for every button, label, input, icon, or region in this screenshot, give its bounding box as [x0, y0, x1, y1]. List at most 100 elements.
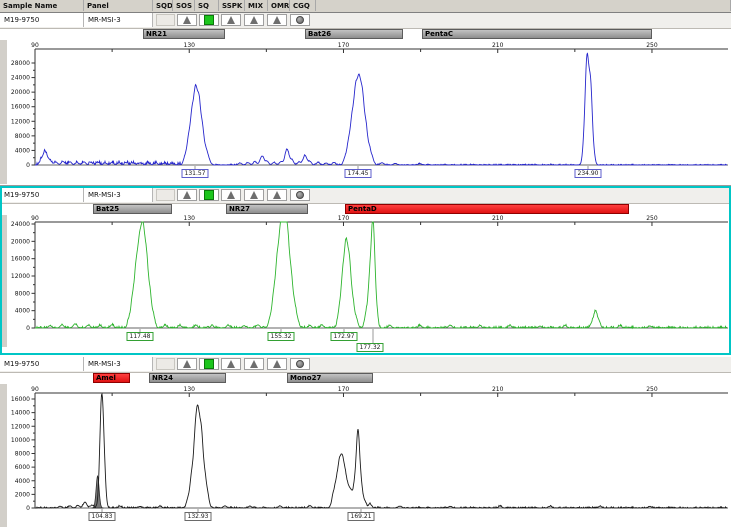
marker-bar-nr27[interactable]: NR27 [226, 204, 308, 214]
column-header-sos[interactable]: SOS [173, 0, 195, 11]
flag-cell-sspk[interactable] [221, 358, 241, 370]
flag-cell-sqd[interactable] [156, 358, 175, 370]
peak-size-label[interactable]: 169.21 [348, 512, 375, 521]
sample-name-cell[interactable]: M19-9750 [0, 357, 84, 371]
sample-row[interactable]: M19-9750MR-MSI-3 [0, 13, 731, 29]
warning-triangle-icon [227, 191, 235, 199]
y-axis-tick-label: 12000 [11, 273, 30, 280]
warning-triangle-icon [273, 360, 281, 368]
column-header-sqd[interactable]: SQD [153, 0, 173, 11]
y-axis-tick-label: 10000 [11, 437, 30, 444]
flag-cell-sspk[interactable] [221, 14, 241, 26]
marker-bar-bat26[interactable]: Bat26 [305, 29, 403, 39]
peak-size-label[interactable]: 174.45 [345, 169, 372, 178]
panel-name-cell[interactable]: MR-MSI-3 [84, 13, 153, 27]
flag-cell-sq[interactable] [199, 14, 219, 26]
ruler-tick-label: 210 [492, 386, 504, 393]
column-header-omr[interactable]: OMR [268, 0, 290, 11]
column-header-cgq[interactable]: CGQ [290, 0, 316, 11]
warning-triangle-icon [183, 360, 191, 368]
flag-cell-mix[interactable] [244, 14, 264, 26]
warning-triangle-icon [250, 191, 258, 199]
marker-bar-nr24[interactable]: NR24 [149, 373, 226, 383]
column-header-sspk[interactable]: SSPK [219, 0, 245, 11]
column-header-mix[interactable]: MIX [245, 0, 268, 11]
flag-cell-omr[interactable] [267, 189, 287, 201]
electropherogram-trace [35, 222, 727, 328]
peak-size-label[interactable]: 132.93 [185, 512, 212, 521]
column-header-sq[interactable]: SQ [195, 0, 219, 11]
electropherogram-plot-area[interactable]: 90 130 170 210 250 0 4000 8000 12000 16000 20000 24… [0, 0, 731, 527]
flag-cell-sq[interactable] [199, 358, 219, 370]
peak-size-label[interactable]: 234.90 [575, 169, 602, 178]
column-header-sample-name[interactable]: Sample Name [0, 0, 84, 11]
y-axis-tick-label: 20000 [11, 89, 30, 96]
warning-triangle-icon [273, 16, 281, 24]
peak-size-label[interactable]: 155.32 [268, 332, 295, 341]
marker-bar-bat25[interactable]: Bat25 [93, 204, 172, 214]
column-header-spacer[interactable] [316, 0, 731, 11]
column-header-panel[interactable]: Panel [84, 0, 153, 11]
flag-cell-sos[interactable] [177, 14, 197, 26]
y-axis-tick-label: 14000 [11, 410, 30, 417]
flag-cell-sspk[interactable] [221, 189, 241, 201]
pass-square-icon [204, 190, 214, 200]
panel-name-cell[interactable]: MR-MSI-3 [84, 357, 153, 371]
flag-cell-cgq[interactable] [290, 14, 310, 26]
peak-size-label[interactable]: 131.57 [182, 169, 209, 178]
flag-cell-sos[interactable] [177, 358, 197, 370]
ruler-tick-label: 210 [492, 42, 504, 49]
marker-bar-pentad[interactable]: PentaD [345, 204, 629, 214]
fragment-analysis-app: 90 130 170 210 250 0 4000 8000 12000 16000 20000 24… [0, 0, 731, 527]
y-axis-tick-label: 0 [26, 505, 30, 512]
peak-size-label[interactable]: 117.48 [127, 332, 154, 341]
y-axis-tick-label: 8000 [15, 451, 30, 458]
ruler-tick-label: 210 [492, 215, 504, 222]
flag-cell-omr[interactable] [267, 358, 287, 370]
y-axis-tick-label: 4000 [15, 308, 30, 315]
quality-sphere-icon [296, 360, 304, 368]
sample-row[interactable]: M19-9750MR-MSI-3 [0, 188, 731, 204]
sample-row[interactable]: M19-9750MR-MSI-3 [0, 357, 731, 373]
sample-name-cell[interactable]: M19-9750 [0, 188, 84, 202]
marker-bar-amel[interactable]: Amel [93, 373, 130, 383]
ruler-tick-label: 130 [184, 386, 196, 393]
ruler-tick-label: 130 [184, 215, 196, 222]
pass-square-icon [204, 359, 214, 369]
sample-name-cell[interactable]: M19-9750 [0, 13, 84, 27]
flag-cell-sq[interactable] [199, 189, 219, 201]
warning-triangle-icon [250, 360, 258, 368]
peak-size-label[interactable]: 177.32 [357, 343, 384, 352]
peak-size-label[interactable]: 104.83 [89, 512, 116, 521]
marker-bar-nr21[interactable]: NR21 [143, 29, 225, 39]
flag-cell-mix[interactable] [244, 189, 264, 201]
y-axis-tick-label: 28000 [11, 60, 30, 67]
flag-cell-omr[interactable] [267, 14, 287, 26]
y-axis-tick-label: 16000 [11, 396, 30, 403]
warning-triangle-icon [227, 16, 235, 24]
warning-triangle-icon [183, 191, 191, 199]
flag-cell-sos[interactable] [177, 189, 197, 201]
flag-cell-cgq[interactable] [290, 189, 310, 201]
flag-cell-sqd[interactable] [156, 14, 175, 26]
ruler-tick-label: 250 [646, 386, 658, 393]
peak-size-label[interactable]: 172.97 [331, 332, 358, 341]
marker-bar-pentac[interactable]: PentaC [422, 29, 652, 39]
panel-separator [0, 185, 731, 186]
flag-cell-cgq[interactable] [290, 358, 310, 370]
y-axis-tick-label: 24000 [11, 221, 30, 228]
left-gutter [0, 40, 7, 184]
quality-sphere-icon [296, 191, 304, 199]
y-axis-tick-label: 4000 [15, 478, 30, 485]
y-axis-tick-label: 24000 [11, 75, 30, 82]
flag-cell-mix[interactable] [244, 358, 264, 370]
flag-cell-sqd[interactable] [156, 189, 175, 201]
electropherogram-trace [35, 53, 727, 165]
warning-triangle-icon [227, 360, 235, 368]
ruler-tick-label: 170 [338, 42, 350, 49]
ruler-tick-label: 90 [31, 386, 39, 393]
marker-bar-mono27[interactable]: Mono27 [287, 373, 373, 383]
table-header: Sample NamePanelSQDSOSSQSSPKMIXOMRCGQ [0, 0, 731, 13]
panel-name-cell[interactable]: MR-MSI-3 [84, 188, 153, 202]
ruler-tick-label: 250 [646, 42, 658, 49]
